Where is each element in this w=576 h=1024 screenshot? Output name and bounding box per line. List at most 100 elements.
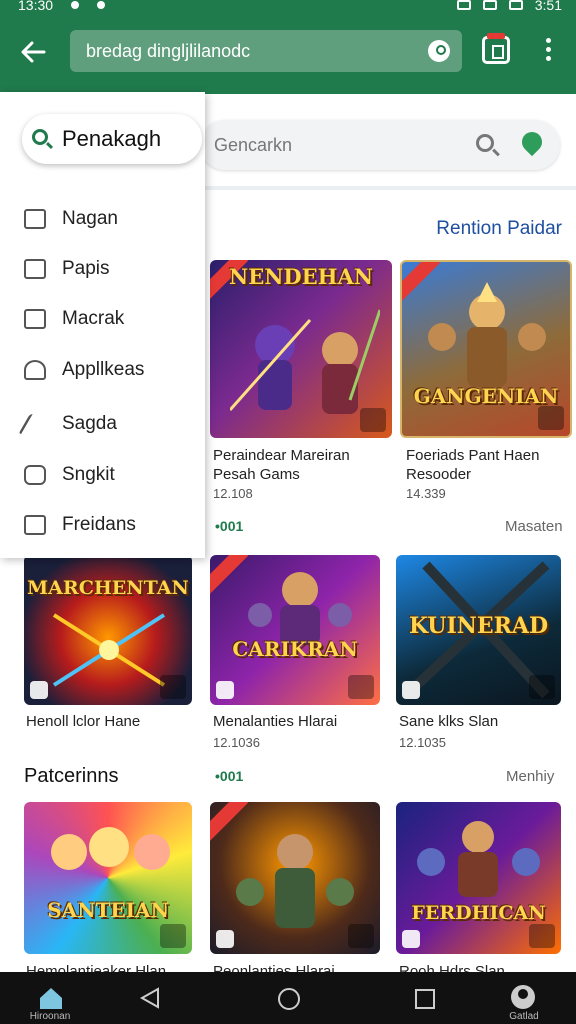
game-title[interactable]: Rooh Hdrs Slan — [399, 962, 505, 972]
game-card[interactable]: SANTEIAN — [24, 802, 192, 954]
game-icon — [24, 465, 46, 485]
page-indicator: •001 — [215, 518, 244, 534]
badge — [529, 675, 555, 699]
search-icon[interactable] — [476, 134, 494, 152]
nav-recents[interactable] — [386, 972, 466, 1024]
badge — [160, 675, 186, 699]
hero-art — [52, 613, 166, 687]
see-more-link[interactable]: Masaten — [505, 518, 563, 535]
game-title[interactable]: Henoll lclor Hane — [26, 712, 140, 731]
hero-art — [248, 572, 352, 645]
hero-art — [417, 821, 540, 897]
game-meta: 12.108 — [213, 486, 253, 501]
person-icon — [24, 360, 46, 380]
divider — [200, 186, 576, 190]
address-bar[interactable]: bredag dingljlilanodc — [70, 30, 462, 72]
drawer-item[interactable]: Papis — [24, 254, 110, 284]
search-placeholder: Gencarkn — [214, 135, 293, 155]
hero-art — [428, 282, 546, 387]
badge — [360, 408, 386, 432]
drawer-item-label: Macrak — [62, 308, 125, 329]
bottom-navigation: Hiroonan Gatlad — [0, 972, 576, 1024]
drawer-item[interactable]: Sngkit — [24, 460, 115, 490]
drawer-item[interactable]: Appllkeas — [24, 355, 144, 385]
publisher-logo-icon — [216, 681, 234, 699]
game-card[interactable]: NENDEHAN — [210, 260, 392, 438]
game-art-title: SANTEIAN — [47, 898, 169, 922]
nav-account[interactable]: Gatlad — [484, 972, 564, 1024]
status-bar: 13:30 3:51 — [0, 0, 576, 18]
badge — [529, 924, 555, 948]
badge — [348, 675, 374, 699]
status-time: 13:30 — [18, 0, 54, 13]
tabs-icon[interactable] — [482, 33, 510, 64]
location-pin-icon[interactable] — [517, 127, 547, 157]
drawer-search-label: Penakagh — [62, 126, 162, 151]
drawer-item-label: Papis — [62, 258, 110, 279]
game-art-title: KUINERAD — [408, 613, 549, 639]
nav-home-system[interactable] — [248, 972, 328, 1024]
more-menu-icon[interactable] — [540, 38, 556, 66]
wifi-icon — [456, 0, 471, 10]
game-card[interactable]: KUINERAD — [396, 555, 561, 705]
back-arrow-icon[interactable] — [18, 36, 50, 68]
notification-icon — [71, 1, 80, 9]
home-icon — [40, 988, 62, 1009]
game-title[interactable]: Peraindear Mareiran Pesah Gams — [213, 446, 393, 484]
game-meta: 14.339 — [406, 486, 446, 501]
camera-icon — [24, 515, 46, 535]
game-card[interactable]: FERDHICAN — [396, 802, 561, 954]
game-art-title: GANGENIAN — [413, 384, 559, 408]
status-right-time: 3:51 — [534, 0, 562, 13]
game-card[interactable] — [210, 802, 380, 954]
notification-icon — [97, 1, 106, 9]
list-icon — [24, 209, 46, 229]
game-title[interactable]: Hemolantieaker Hlan — [26, 962, 166, 972]
game-meta: 12.1035 — [399, 735, 446, 750]
publisher-logo-icon — [402, 681, 420, 699]
nav-back[interactable] — [110, 972, 190, 1024]
game-art-title: FERDHICAN — [411, 902, 546, 924]
game-meta: 12.1036 — [213, 735, 260, 750]
square-icon — [24, 309, 46, 329]
nav-home[interactable]: Hiroonan — [10, 972, 90, 1024]
drawer-item[interactable]: Sagda — [18, 409, 117, 439]
recents-square-icon — [415, 989, 435, 1009]
drawer-item-label: Sngkit — [62, 464, 115, 485]
section-link[interactable]: Rention Paidar — [436, 218, 562, 240]
drawer-item[interactable]: Nagan — [24, 204, 118, 234]
game-title[interactable]: Peonlanties Hlarai — [213, 962, 335, 972]
game-card[interactable]: MARCHENTAN — [24, 555, 192, 705]
drawer-item[interactable]: Freidans — [24, 510, 136, 540]
section-title: Patcerinns — [24, 765, 119, 787]
library-icon — [24, 259, 46, 279]
page-indicator: •001 — [215, 768, 244, 784]
game-title[interactable]: Sane klks Slan — [399, 712, 498, 731]
account-icon — [511, 985, 535, 1009]
game-title[interactable]: Foeriads Pant Haen Resooder — [406, 446, 574, 484]
search-icon — [32, 129, 48, 145]
wand-icon — [18, 414, 52, 434]
search-input[interactable]: Gencarkn — [200, 120, 560, 170]
drawer-search-button[interactable]: Penakagh — [22, 114, 202, 164]
site-info-icon[interactable] — [428, 40, 450, 62]
drawer-item-label: Sagda — [62, 413, 117, 434]
badge — [538, 406, 564, 430]
nav-label: Gatlad — [509, 1011, 539, 1022]
publisher-logo-icon — [216, 930, 234, 948]
publisher-logo-icon — [402, 930, 420, 948]
game-card[interactable]: GANGENIAN — [400, 260, 572, 438]
see-more-link[interactable]: Menhiy — [506, 768, 554, 785]
battery-icon — [508, 0, 523, 10]
badge — [160, 924, 186, 948]
back-triangle-icon — [139, 987, 159, 1009]
signal-icon — [482, 0, 497, 10]
game-title[interactable]: Menalanties Hlarai — [213, 712, 337, 731]
game-card[interactable]: CARIKRAN — [210, 555, 380, 705]
drawer-item-label: Nagan — [62, 208, 118, 229]
drawer-item[interactable]: Macrak — [24, 304, 124, 334]
drawer-item-label: Appllkeas — [62, 359, 145, 380]
side-drawer: Penakagh Nagan Papis Macrak Appllkeas Sa… — [0, 92, 205, 558]
hero-art — [236, 834, 354, 928]
hero-art — [230, 309, 380, 414]
